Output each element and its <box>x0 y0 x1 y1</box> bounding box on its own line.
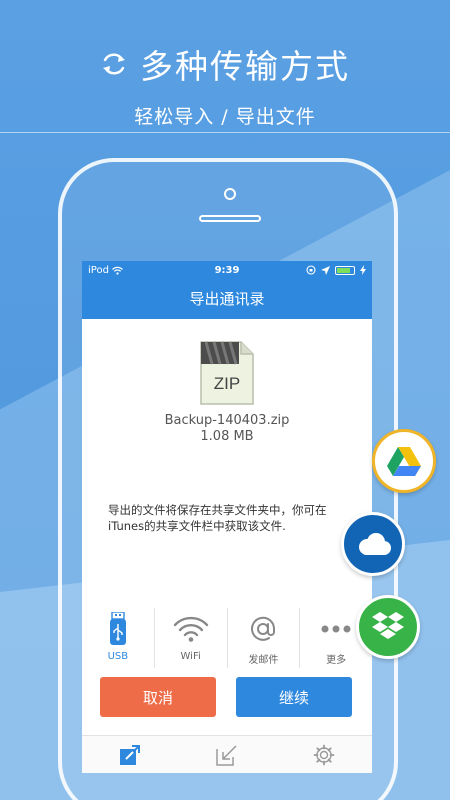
continue-button[interactable]: 继续 <box>236 677 352 717</box>
at-icon <box>251 616 276 641</box>
dropbox-icon <box>372 612 404 639</box>
tab-settings[interactable] <box>275 736 372 773</box>
usb-icon <box>109 612 126 645</box>
promo-header: 多种传输方式 轻松导入 / 导出文件 <box>0 40 450 129</box>
zip-file-icon: ZIP <box>200 341 254 405</box>
onedrive-icon <box>359 533 391 555</box>
tab-bar <box>82 735 372 773</box>
phone-camera <box>224 188 236 200</box>
google-drive-button[interactable] <box>372 429 436 493</box>
zip-icon-text: ZIP <box>214 374 240 393</box>
cancel-button[interactable]: 取消 <box>100 677 216 717</box>
onedrive-button[interactable] <box>341 512 405 576</box>
tab-import[interactable] <box>179 736 276 773</box>
more-icon <box>321 625 351 633</box>
method-email[interactable]: 发邮件 <box>226 608 300 668</box>
method-usb[interactable]: USB <box>82 608 154 668</box>
method-wifi-label: WiFi <box>180 651 201 662</box>
settings-gear-icon <box>313 744 335 765</box>
method-usb-label: USB <box>107 651 129 662</box>
tab-export[interactable] <box>82 736 179 773</box>
header-divider <box>0 132 450 133</box>
phone-speaker <box>199 215 261 222</box>
action-buttons: 取消 继续 <box>100 677 352 717</box>
file-name: Backup-140403.zip <box>164 413 290 428</box>
status-bar: iPod 9:39 <box>82 261 372 279</box>
promo-title: 多种传输方式 <box>140 47 350 86</box>
share-hint-text: 导出的文件将保存在共享文件夹中，你可在iTunes的共享文件栏中获取该文件. <box>108 503 327 533</box>
transfer-methods: USB WiFi 发邮件 更多 <box>82 608 372 668</box>
export-icon <box>120 744 141 765</box>
wifi-icon <box>173 616 208 642</box>
method-more-label: 更多 <box>326 655 347 666</box>
file-size: 1.08 MB <box>200 429 254 444</box>
promo-subtitle: 轻松导入 / 导出文件 <box>134 106 316 128</box>
promo-title-row: 多种传输方式 <box>0 40 450 88</box>
dropbox-button[interactable] <box>356 595 420 659</box>
sync-icon <box>103 53 125 75</box>
status-time: 9:39 <box>214 264 240 276</box>
phone-screen: iPod 9:39 导出通讯录 ZIP Backup-140403.zip 1.… <box>82 261 372 773</box>
method-email-label: 发邮件 <box>248 655 279 666</box>
method-wifi[interactable]: WiFi <box>153 608 227 668</box>
nav-title: 导出通讯录 <box>82 279 372 319</box>
google-drive-icon <box>387 447 421 476</box>
file-preview: ZIP Backup-140403.zip 1.08 MB <box>82 319 372 444</box>
import-icon <box>216 744 237 766</box>
